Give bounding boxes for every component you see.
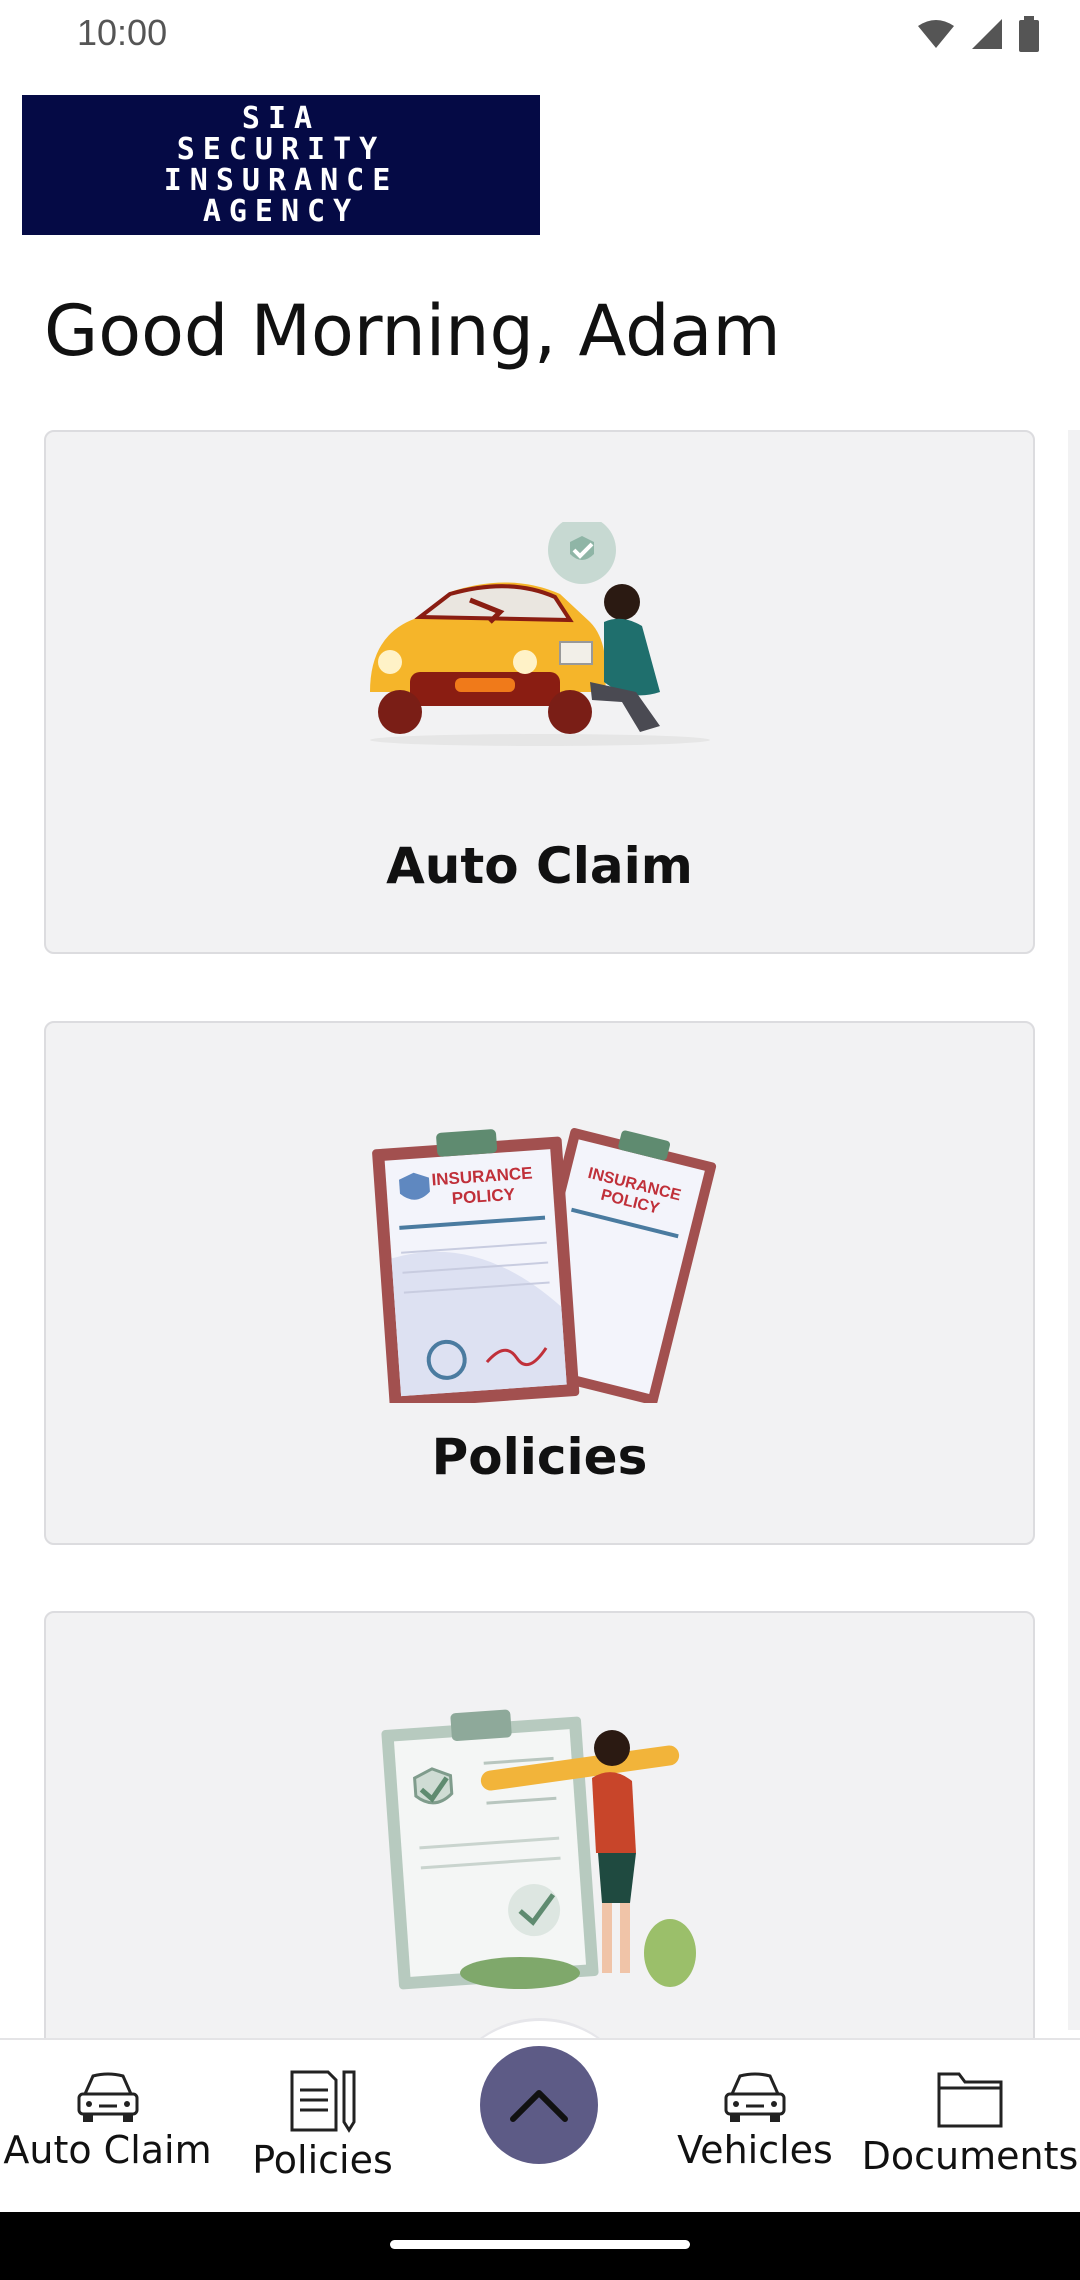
auto-claim-card[interactable]: Auto Claim — [44, 430, 1035, 954]
document-pen-icon — [290, 2070, 355, 2133]
logo-line: SIA — [241, 101, 321, 136]
status-icons — [916, 14, 1040, 54]
chevron-up-icon — [510, 2090, 568, 2122]
nav-documents[interactable]: Documents — [860, 2068, 1080, 2178]
status-time: 10:00 — [77, 12, 168, 53]
logo-line: AGENCY — [202, 194, 360, 229]
car-damage-inspection-illustration — [360, 516, 720, 752]
battery-icon — [1019, 16, 1039, 52]
logo-line: INSURANCE — [163, 163, 399, 198]
signal-icon — [972, 19, 1002, 49]
system-gesture-bar — [0, 2212, 1080, 2280]
expand-fab-button[interactable] — [480, 2046, 598, 2164]
scroll-peek — [1068, 430, 1080, 2030]
wifi-icon — [918, 20, 954, 48]
folder-icon — [937, 2072, 1003, 2128]
logo-line: SECURITY — [176, 132, 386, 167]
policies-label: Policies — [431, 1428, 648, 1486]
nav-policies[interactable]: Policies — [230, 2068, 415, 2182]
auto-claim-label: Auto Claim — [386, 837, 693, 895]
nav-label: Documents — [861, 2134, 1079, 2178]
status-bar: 10:00 — [0, 0, 1080, 70]
nav-label: Vehicles — [677, 2128, 833, 2172]
car-icon — [724, 2072, 786, 2122]
insurance-policy-clipboards-illustration: INSURANCE POLICY INSURANCE POLICY — [360, 1113, 720, 1409]
greeting-title: Good Morning, Adam — [44, 290, 781, 372]
car-icon — [77, 2072, 138, 2122]
nav-auto-claim[interactable]: Auto Claim — [0, 2068, 215, 2172]
policies-card[interactable]: INSURANCE POLICY INSURANCE POLICY Polici… — [44, 1021, 1035, 1545]
nav-label: Auto Claim — [3, 2128, 212, 2172]
sia-logo: SIA SECURITY INSURANCE AGENCY — [22, 95, 540, 235]
checklist-woman-pencil-illustration — [380, 1703, 700, 1993]
home-gesture-handle[interactable] — [390, 2240, 690, 2249]
nav-vehicles[interactable]: Vehicles — [660, 2068, 850, 2172]
nav-label: Policies — [252, 2138, 393, 2182]
